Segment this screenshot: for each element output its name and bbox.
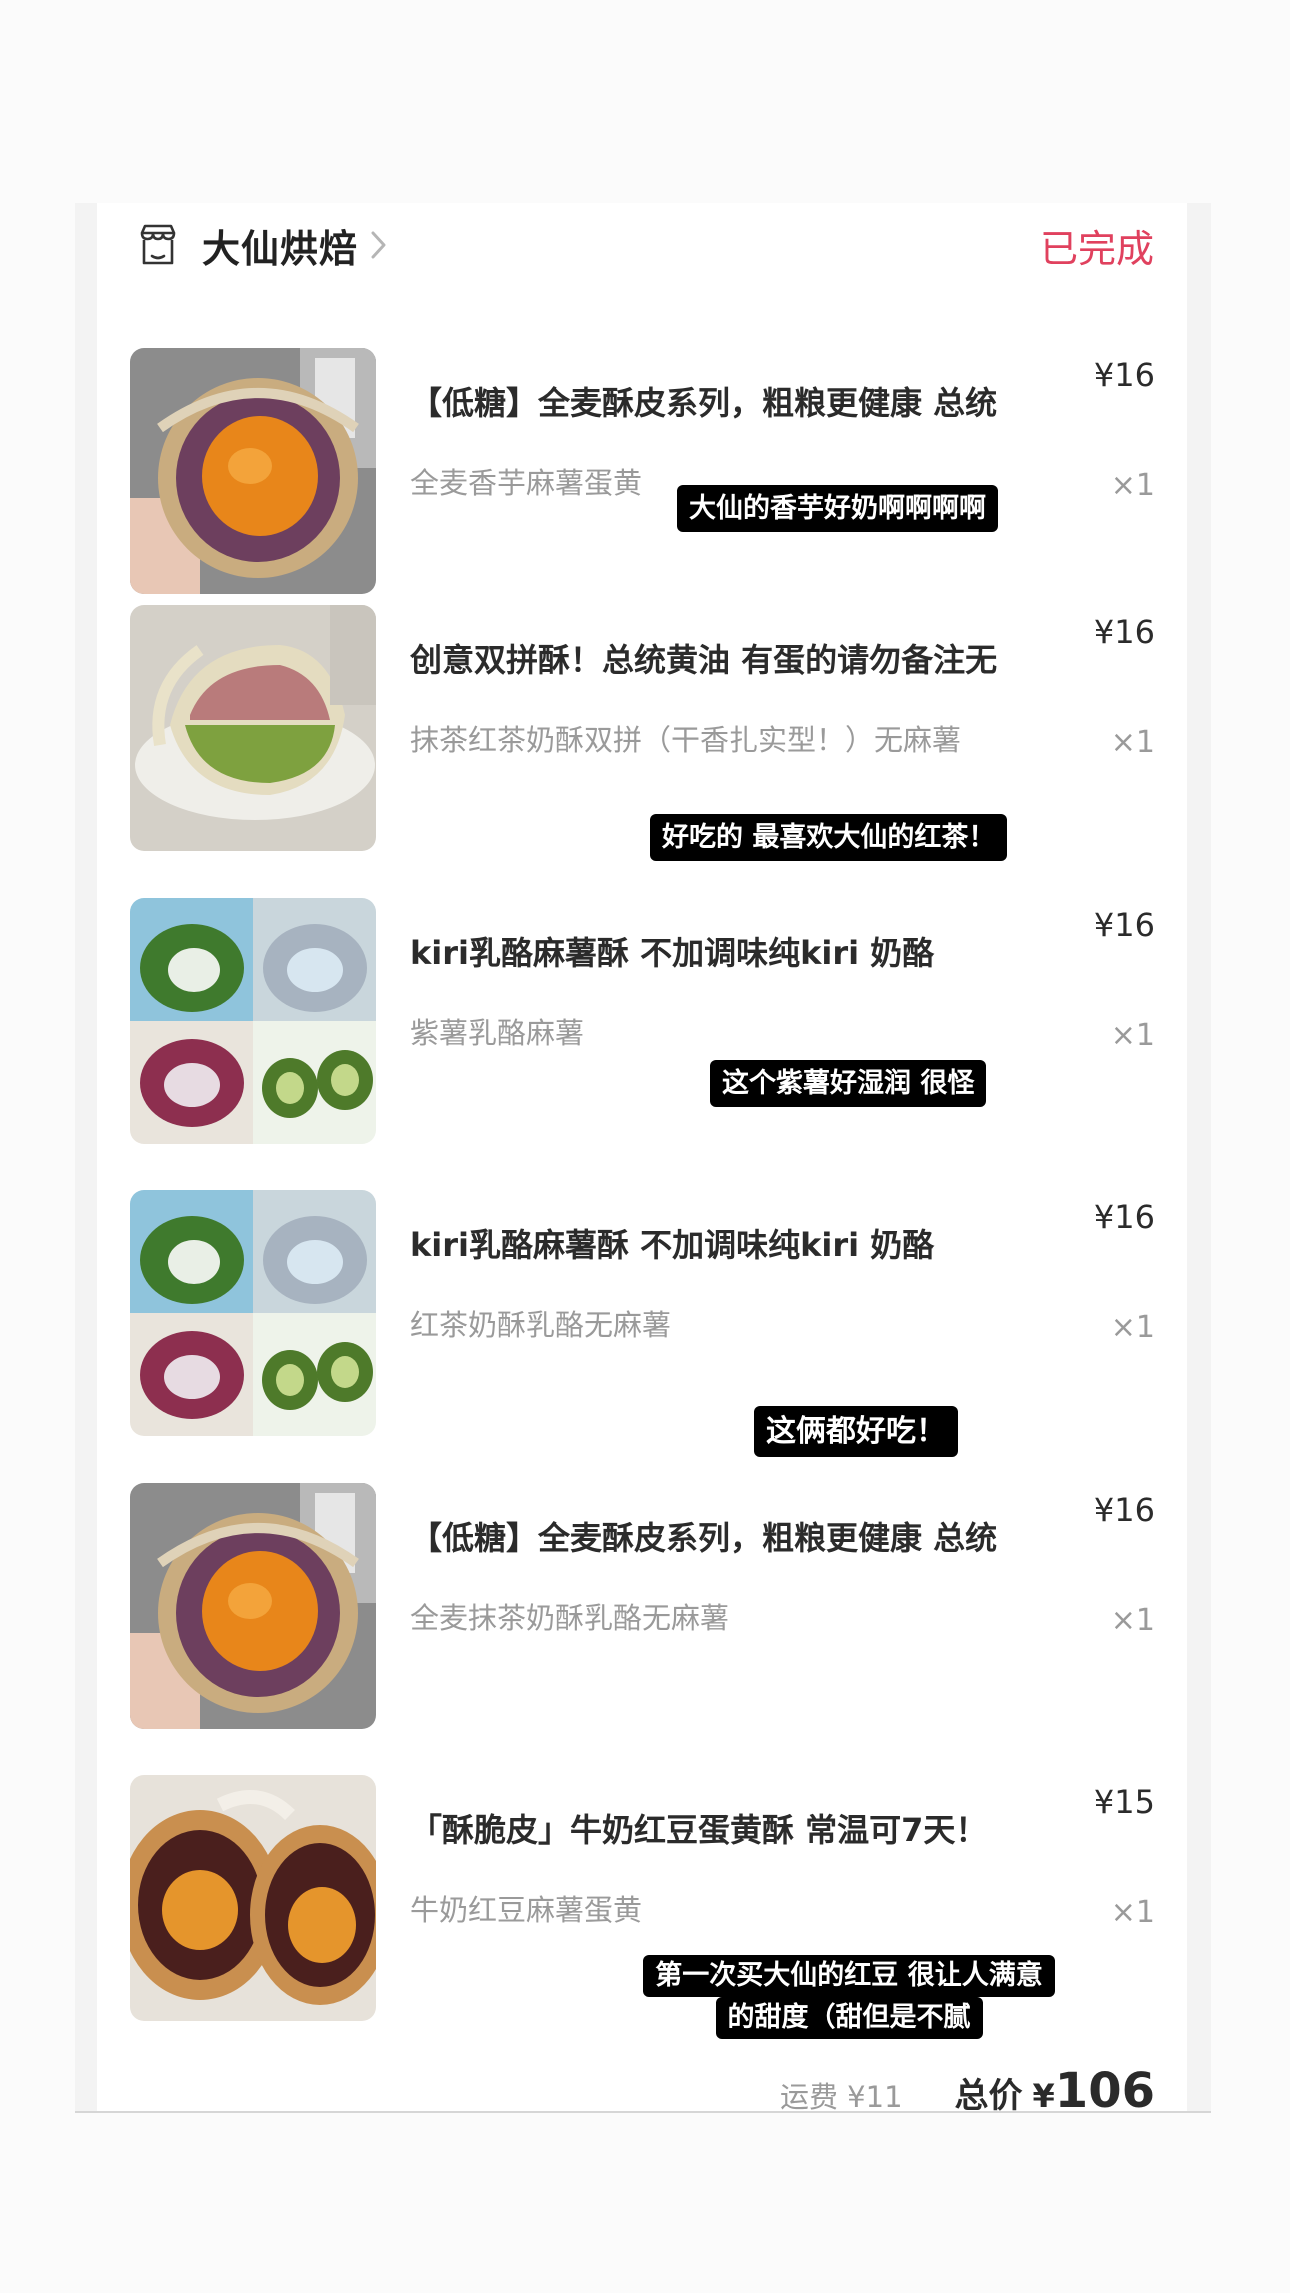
product-price: ¥16 — [1093, 356, 1155, 394]
order-item[interactable]: kiri乳酪麻薯酥 不加调味纯kiri 奶酪 红茶奶酥乳酪无麻薯 ¥16 ×1 — [130, 1190, 1155, 1440]
order-item[interactable]: 【低糖】全麦酥皮系列，粗粮更健康 总统 全麦香芋麻薯蛋黄 ¥16 ×1 — [130, 348, 1155, 598]
product-title[interactable]: 【低糖】全麦酥皮系列，粗粮更健康 总统 — [410, 378, 1050, 424]
product-image[interactable] — [130, 898, 376, 1144]
product-price: ¥16 — [1093, 1491, 1155, 1529]
product-quantity: ×1 — [1110, 725, 1155, 760]
product-title[interactable]: 【低糖】全麦酥皮系列，粗粮更健康 总统 — [410, 1513, 1050, 1559]
product-title[interactable]: 「酥脆皮」牛奶红豆蛋黄酥 常温可7天！ — [410, 1805, 1050, 1851]
product-image[interactable] — [130, 1483, 376, 1729]
store-icon — [140, 224, 176, 265]
product-price: ¥16 — [1093, 613, 1155, 651]
product-price: ¥16 — [1093, 1198, 1155, 1236]
review-caption: 第一次买大仙的红豆 很让人满意 的甜度（甜但是不腻 — [634, 1955, 1064, 2039]
product-image[interactable] — [130, 1775, 376, 2021]
order-item[interactable]: kiri乳酪麻薯酥 不加调味纯kiri 奶酪 紫薯乳酪麻薯 ¥16 ×1 — [130, 898, 1155, 1148]
product-spec: 抹茶红茶奶酥双拼（干香扎实型！）无麻薯 — [410, 723, 962, 757]
chevron-right-icon[interactable] — [370, 230, 388, 260]
product-title[interactable]: kiri乳酪麻薯酥 不加调味纯kiri 奶酪 — [410, 928, 1050, 974]
product-quantity: ×1 — [1110, 1603, 1155, 1638]
store-header[interactable]: 大仙烘焙 — [136, 215, 388, 275]
order-summary: 运费 ¥11 总价 ¥ 106 — [780, 2063, 1155, 2119]
product-quantity: ×1 — [1110, 1018, 1155, 1053]
product-price: ¥15 — [1093, 1783, 1155, 1821]
product-title[interactable]: kiri乳酪麻薯酥 不加调味纯kiri 奶酪 — [410, 1220, 1050, 1266]
product-quantity: ×1 — [1110, 1310, 1155, 1345]
review-caption: 这俩都好吃！ — [754, 1406, 958, 1457]
order-item[interactable]: 【低糖】全麦酥皮系列，粗粮更健康 总统 全麦抹茶奶酥乳酪无麻薯 ¥16 ×1 — [130, 1483, 1155, 1733]
store-name[interactable]: 大仙烘焙 — [202, 218, 358, 273]
product-spec: 红茶奶酥乳酪无麻薯 — [410, 1308, 672, 1342]
review-caption-line: 的甜度（甜但是不腻 — [715, 1996, 983, 2039]
product-price: ¥16 — [1093, 906, 1155, 944]
review-caption-line: 第一次买大仙的红豆 很让人满意 — [643, 1955, 1055, 1997]
order-status: 已完成 — [1039, 227, 1154, 271]
review-caption: 大仙的香芋好奶啊啊啊啊 — [677, 485, 998, 533]
product-spec: 紫薯乳酪麻薯 — [410, 1016, 585, 1050]
product-title[interactable]: 创意双拼酥！总统黄油 有蛋的请勿备注无 — [410, 635, 1050, 681]
product-image[interactable] — [130, 1190, 376, 1436]
product-image[interactable] — [130, 605, 376, 851]
total-currency: ¥ — [1032, 2077, 1055, 2115]
review-caption: 这个紫薯好湿润 很怪 — [710, 1060, 987, 1108]
shipping-fee: 运费 ¥11 — [779, 2080, 903, 2114]
product-quantity: ×1 — [1110, 1895, 1155, 1930]
product-image[interactable] — [130, 348, 376, 594]
total-label: 总价 — [954, 2076, 1023, 2116]
product-spec: 全麦抹茶奶酥乳酪无麻薯 — [410, 1601, 730, 1635]
review-caption: 好吃的 最喜欢大仙的红茶！ — [650, 814, 1008, 862]
total-price: 106 — [1054, 2063, 1155, 2119]
product-quantity: ×1 — [1110, 468, 1155, 503]
product-spec: 牛奶红豆麻薯蛋黄 — [410, 1893, 643, 1927]
